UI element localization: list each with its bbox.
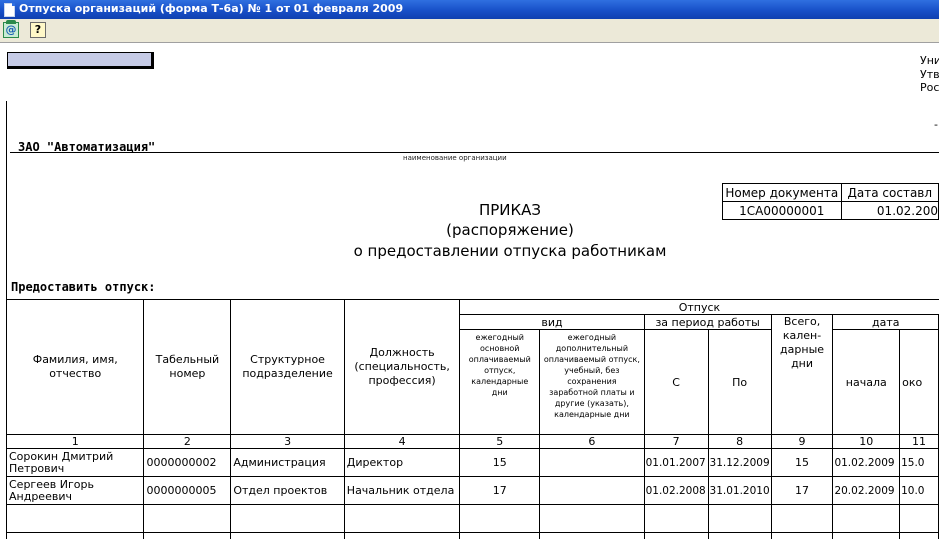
empty-cell[interactable] xyxy=(459,504,541,533)
corner-mark: - xyxy=(934,118,938,131)
empty-cell[interactable] xyxy=(343,532,461,539)
spreadsheet-document: Уни Утв Рос - ЗАО "Автоматизация" наимен… xyxy=(0,43,939,539)
cell-extra-days[interactable] xyxy=(539,476,645,505)
organization-underline xyxy=(10,152,939,153)
header-date-end: око xyxy=(899,329,939,435)
empty-cell[interactable] xyxy=(643,532,709,539)
header-kind: вид xyxy=(459,314,645,330)
column-number: 1 xyxy=(6,434,145,449)
header-period-to: По xyxy=(707,329,772,435)
corner-text-line: Утв xyxy=(920,68,939,81)
doc-date-header: Дата составл xyxy=(840,183,939,202)
empty-cell[interactable] xyxy=(832,504,901,533)
cell-period-from[interactable]: 01.01.2007 xyxy=(643,448,709,477)
order-description: о предоставлении отпуска работникам xyxy=(353,242,667,260)
cell-total[interactable]: 17 xyxy=(770,476,834,505)
document-number-table: Номер документа Дата составл 1СА00000001… xyxy=(722,183,939,223)
column-number: 10 xyxy=(832,434,901,449)
cell-tab-no[interactable]: 0000000005 xyxy=(143,476,232,505)
doc-number-header: Номер документа xyxy=(722,183,842,202)
header-tab-no: Табельный номер xyxy=(143,299,232,435)
cell-main-days[interactable]: 15 xyxy=(459,448,541,477)
cell-period-to[interactable]: 31.12.2009 xyxy=(707,448,772,477)
empty-cell[interactable] xyxy=(6,532,145,539)
doc-date-value: 01.02.200 xyxy=(840,201,939,220)
cell-tab-no[interactable]: 0000000002 xyxy=(143,448,232,477)
header-period-from: С xyxy=(643,329,709,435)
help-button[interactable]: ? xyxy=(30,22,46,38)
column-number: 9 xyxy=(770,434,834,449)
cell-period-from[interactable]: 01.02.2008 xyxy=(643,476,709,505)
empty-cell[interactable] xyxy=(899,532,939,539)
empty-cell[interactable] xyxy=(899,504,939,533)
cell-date-end[interactable]: 10.0 xyxy=(899,476,939,505)
cell-dept[interactable]: Администрация xyxy=(230,448,345,477)
column-number: 11 xyxy=(899,434,939,449)
empty-cell[interactable] xyxy=(459,532,541,539)
header-total: Всего, кален-дарные дни xyxy=(770,314,834,435)
toolbar: @ ? xyxy=(0,19,939,43)
doc-number-value: 1СА00000001 xyxy=(722,201,842,220)
document-icon xyxy=(4,3,15,17)
cell-position[interactable]: Начальник отдела xyxy=(343,476,461,505)
table-row-empty[interactable] xyxy=(6,504,939,533)
column-number: 6 xyxy=(539,434,645,449)
cell-total[interactable]: 15 xyxy=(770,448,834,477)
header-kind-extra: ежегодный дополнительный оплачиваемый от… xyxy=(539,329,645,435)
empty-cell[interactable] xyxy=(707,532,772,539)
header-position: Должность (специальность, профессия) xyxy=(343,299,461,435)
cell-extra-days[interactable] xyxy=(539,448,645,477)
header-date: дата xyxy=(832,314,939,330)
empty-cell[interactable] xyxy=(343,504,461,533)
table-row[interactable]: Сорокин Дмитрий Петрович 0000000002 Адми… xyxy=(6,448,939,477)
header-period: за период работы xyxy=(643,314,772,330)
column-number: 7 xyxy=(643,434,709,449)
corner-text-line: Рос xyxy=(920,81,939,94)
corner-text-line: Уни xyxy=(920,54,939,67)
cell-date-start[interactable]: 01.02.2009 xyxy=(832,448,901,477)
cell-fio[interactable]: Сорокин Дмитрий Петрович xyxy=(6,448,145,477)
empty-cell[interactable] xyxy=(6,504,145,533)
window-titlebar: Отпуска организаций (форма Т-6а) № 1 от … xyxy=(0,0,939,19)
cell-period-to[interactable]: 31.01.2010 xyxy=(707,476,772,505)
cell-dept[interactable]: Отдел проектов xyxy=(230,476,345,505)
empty-cell[interactable] xyxy=(539,532,645,539)
order-subtitle: (распоряжение) xyxy=(446,221,574,239)
cell-date-end[interactable]: 15.0 xyxy=(899,448,939,477)
selected-cell[interactable] xyxy=(7,52,154,69)
cell-main-days[interactable]: 17 xyxy=(459,476,541,505)
cell-date-start[interactable]: 20.02.2009 xyxy=(832,476,901,505)
column-number: 3 xyxy=(230,434,345,449)
empty-cell[interactable] xyxy=(230,532,345,539)
organization-caption: наименование организации xyxy=(403,154,507,162)
header-kind-main: ежегодный основной оплачиваемый отпуск, … xyxy=(459,329,541,435)
empty-cell[interactable] xyxy=(707,504,772,533)
empty-cell[interactable] xyxy=(770,532,834,539)
header-dept: Структурное подразделение xyxy=(230,299,345,435)
empty-cell[interactable] xyxy=(643,504,709,533)
column-number: 8 xyxy=(707,434,772,449)
header-fio: Фамилия, имя, отчество xyxy=(6,299,145,435)
window-title: Отпуска организаций (форма Т-6а) № 1 от … xyxy=(19,2,404,15)
column-number: 2 xyxy=(143,434,232,449)
vacation-table: Фамилия, имя, отчество Табельный номер С… xyxy=(6,299,939,539)
table-row[interactable]: Сергеев Игорь Андреевич 0000000005 Отдел… xyxy=(6,476,939,505)
table-row-empty[interactable] xyxy=(6,532,939,539)
cell-fio[interactable]: Сергеев Игорь Андреевич xyxy=(6,476,145,505)
column-numbers-row: 1 2 3 4 5 6 7 8 9 10 11 xyxy=(6,434,939,449)
cell-position[interactable]: Директор xyxy=(343,448,461,477)
mail-icon[interactable]: @ xyxy=(3,20,19,38)
header-date-start: начала xyxy=(832,329,901,435)
empty-cell[interactable] xyxy=(143,504,232,533)
empty-cell[interactable] xyxy=(539,504,645,533)
grant-vacation-label: Предоставить отпуск: xyxy=(11,280,156,294)
empty-cell[interactable] xyxy=(230,504,345,533)
column-number: 5 xyxy=(459,434,541,449)
empty-cell[interactable] xyxy=(143,532,232,539)
header-vacation: Отпуск xyxy=(459,299,939,315)
empty-cell[interactable] xyxy=(770,504,834,533)
column-number: 4 xyxy=(343,434,461,449)
empty-cell[interactable] xyxy=(832,532,901,539)
order-title: ПРИКАЗ xyxy=(478,201,542,219)
